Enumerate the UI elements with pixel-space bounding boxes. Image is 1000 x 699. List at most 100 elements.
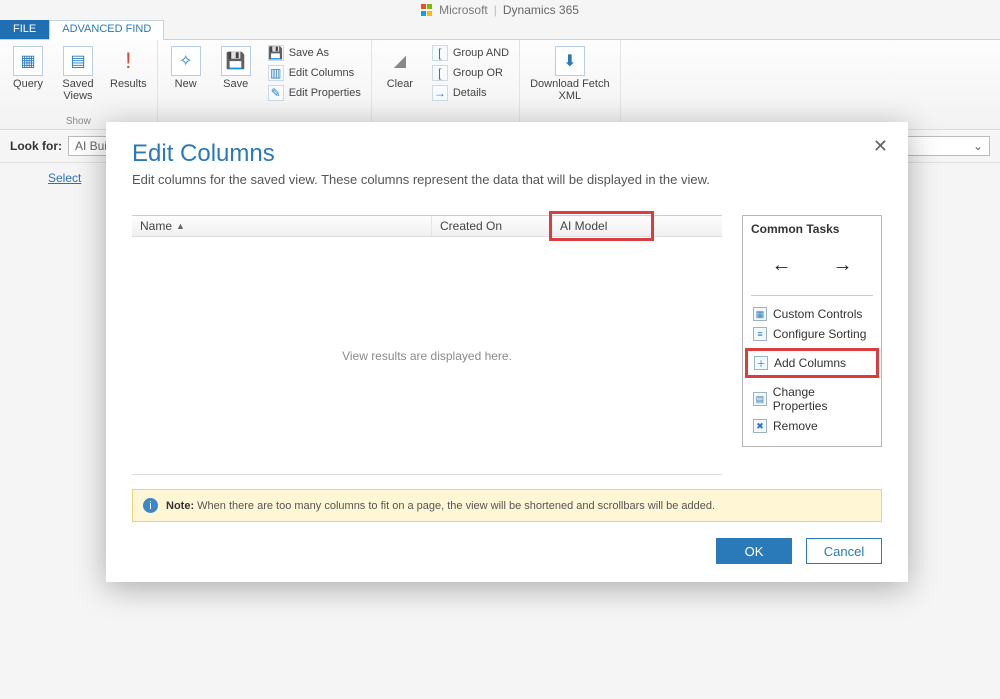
arrow-row: ← → (751, 254, 873, 277)
save-as-button[interactable]: 💾 Save As (266, 44, 363, 62)
edit-columns-dialog: ✕ Edit Columns Edit columns for the save… (106, 122, 908, 582)
chevron-down-icon: ⌄ (973, 139, 983, 153)
save-label: Save (223, 78, 248, 90)
ok-button[interactable]: OK (716, 538, 792, 564)
move-right-button[interactable]: → (833, 254, 853, 277)
ribbon: ▦ Query ▤ Saved Views ! Results Show ✧ N… (0, 40, 1000, 130)
col-name-label: Name (140, 219, 172, 233)
tab-file[interactable]: FILE (0, 20, 49, 39)
group-or-icon: [ (432, 65, 448, 81)
results-placeholder: View results are displayed here. (132, 237, 722, 475)
add-columns-button[interactable]: ＋ Add Columns (752, 353, 872, 373)
remove-button[interactable]: ✖ Remove (751, 416, 873, 436)
common-tasks-title: Common Tasks (751, 222, 873, 236)
change-properties-icon: ▤ (753, 392, 767, 406)
ribbon-group-download: ⬇ Download Fetch XML (520, 40, 621, 129)
group-or-label: Group OR (453, 67, 503, 79)
download-fetch-xml-button[interactable]: ⬇ Download Fetch XML (528, 44, 612, 104)
results-button[interactable]: ! Results (108, 44, 149, 92)
add-columns-label: Add Columns (774, 356, 846, 370)
dialog-body: Name ▲ Created On AI Model View results … (132, 215, 882, 475)
brand-bar: Microsoft | Dynamics 365 (0, 0, 1000, 20)
group-and-label: Group AND (453, 47, 509, 59)
look-for-label: Look for: (10, 139, 62, 153)
look-for-value: AI Bui (75, 139, 107, 153)
dialog-footer: OK Cancel (132, 538, 882, 564)
saved-views-icon: ▤ (63, 46, 93, 76)
tab-advanced-find[interactable]: ADVANCED FIND (49, 20, 164, 40)
column-header-row: Name ▲ Created On AI Model (132, 215, 722, 237)
group-or-button[interactable]: [ Group OR (430, 64, 511, 82)
note-band: i Note: When there are too many columns … (132, 489, 882, 522)
custom-controls-button[interactable]: ▦ Custom Controls (751, 304, 873, 324)
remove-label: Remove (773, 419, 818, 433)
save-icon: 💾 (221, 46, 251, 76)
column-header-name[interactable]: Name ▲ (132, 216, 432, 236)
note-text: When there are too many columns to fit o… (197, 500, 715, 512)
col-created-label: Created On (440, 219, 502, 233)
properties-icon: ✎ (268, 85, 284, 101)
brand-product: Dynamics 365 (503, 3, 579, 17)
dialog-title: Edit Columns (132, 140, 882, 168)
clear-label: Clear (387, 78, 413, 90)
close-icon[interactable]: ✕ (873, 136, 888, 157)
common-tasks-panel: Common Tasks ← → ▦ Custom Controls ≡ Con… (742, 215, 882, 447)
configure-sorting-button[interactable]: ≡ Configure Sorting (751, 324, 873, 344)
save-button[interactable]: 💾 Save (216, 44, 256, 92)
group-and-icon: [ (432, 45, 448, 61)
brand-separator: | (494, 3, 497, 17)
column-header-created-on[interactable]: Created On (432, 216, 552, 236)
cancel-button[interactable]: Cancel (806, 538, 882, 564)
edit-properties-button[interactable]: ✎ Edit Properties (266, 84, 363, 102)
edit-properties-label: Edit Properties (289, 87, 361, 99)
change-properties-button[interactable]: ▤ Change Properties (751, 382, 873, 416)
grid-icon: ▦ (13, 46, 43, 76)
results-label: Results (110, 78, 147, 90)
exclaim-icon: ! (113, 46, 143, 76)
tab-row: FILE ADVANCED FIND (0, 20, 1000, 40)
note-text-wrap: Note: When there are too many columns to… (166, 500, 715, 512)
sorting-icon: ≡ (753, 327, 767, 341)
edit-small-list: 💾 Save As ▥ Edit Columns ✎ Edit Properti… (266, 44, 363, 102)
ribbon-group-clear: ◢ Clear [ Group AND [ Group OR → Details (372, 40, 520, 129)
custom-controls-icon: ▦ (753, 307, 767, 321)
details-icon: → (432, 85, 448, 101)
query-label: Query (13, 78, 43, 90)
tasks-divider (751, 295, 873, 296)
group-and-button[interactable]: [ Group AND (430, 44, 511, 62)
columns-preview: Name ▲ Created On AI Model View results … (132, 215, 722, 475)
group-small-list: [ Group AND [ Group OR → Details (430, 44, 511, 102)
saved-views-label: Saved Views (62, 78, 93, 102)
dialog-subtitle: Edit columns for the saved view. These c… (132, 172, 882, 187)
save-as-label: Save As (289, 47, 329, 59)
ribbon-group-show: ▦ Query ▤ Saved Views ! Results Show (0, 40, 158, 129)
edit-columns-button[interactable]: ▥ Edit Columns (266, 64, 363, 82)
clear-button[interactable]: ◢ Clear (380, 44, 420, 92)
move-left-button[interactable]: ← (772, 254, 792, 277)
add-columns-highlight: ＋ Add Columns (745, 348, 879, 378)
change-properties-label: Change Properties (773, 385, 871, 413)
microsoft-logo-icon (421, 4, 433, 16)
configure-sorting-label: Configure Sorting (773, 327, 866, 341)
sort-asc-icon: ▲ (176, 221, 185, 231)
download-fetch-label: Download Fetch XML (530, 78, 610, 102)
custom-controls-label: Custom Controls (773, 307, 862, 321)
remove-icon: ✖ (753, 419, 767, 433)
details-button[interactable]: → Details (430, 84, 511, 102)
info-icon: i (143, 498, 158, 513)
columns-icon: ▥ (268, 65, 284, 81)
new-icon: ✧ (171, 46, 201, 76)
edit-columns-label: Edit Columns (289, 67, 354, 79)
save-as-icon: 💾 (268, 45, 284, 61)
eraser-icon: ◢ (385, 46, 415, 76)
new-label: New (175, 78, 197, 90)
brand-company: Microsoft (439, 3, 488, 17)
download-icon: ⬇ (555, 46, 585, 76)
saved-views-button[interactable]: ▤ Saved Views (58, 44, 98, 104)
column-header-ai-model[interactable]: AI Model (552, 216, 652, 236)
note-label: Note: (166, 500, 194, 512)
details-label: Details (453, 87, 487, 99)
query-button[interactable]: ▦ Query (8, 44, 48, 92)
new-button[interactable]: ✧ New (166, 44, 206, 92)
add-columns-icon: ＋ (754, 356, 768, 370)
